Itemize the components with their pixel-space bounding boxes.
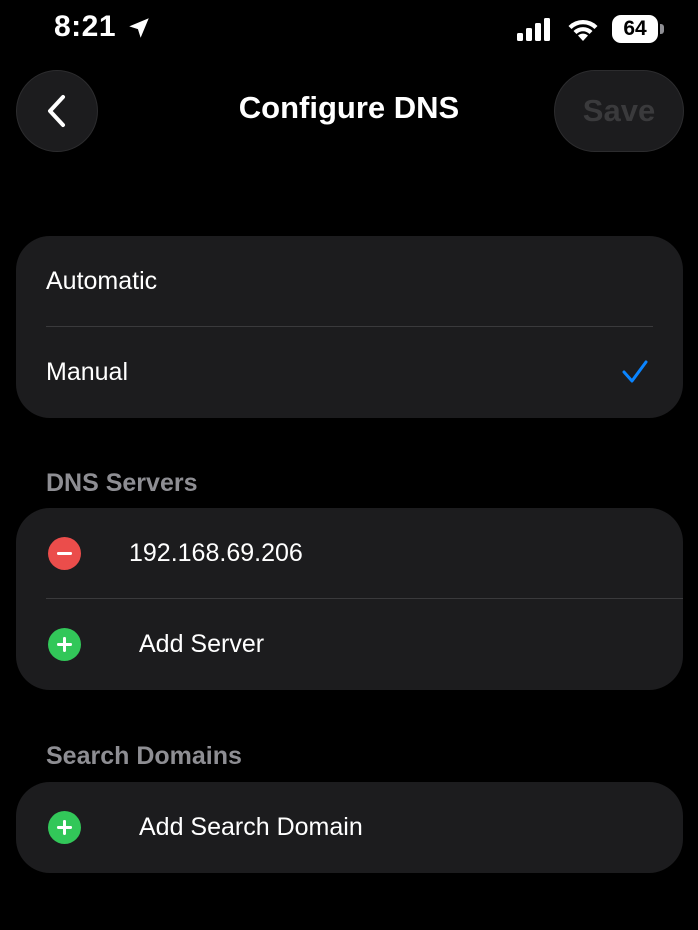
wifi-icon xyxy=(568,19,598,41)
signal-icon xyxy=(517,18,550,41)
search-domains-header: Search Domains xyxy=(46,742,242,770)
location-arrow-icon xyxy=(129,18,149,38)
dns-servers-header: DNS Servers xyxy=(46,469,198,497)
configure-dns-screen: 8:21 64 Configure DNS Save Automatic Man… xyxy=(0,0,698,930)
add-server-row[interactable]: Add Server xyxy=(16,599,683,690)
add-icon xyxy=(48,628,81,661)
dns-servers-group: 192.168.69.206 Add Server xyxy=(16,508,683,690)
add-server-label: Add Server xyxy=(139,630,265,658)
search-domains-group: Add Search Domain xyxy=(16,782,683,873)
add-search-domain-label: Add Search Domain xyxy=(139,813,363,841)
mode-option-automatic[interactable]: Automatic xyxy=(16,236,683,327)
dns-mode-group: Automatic Manual xyxy=(16,236,683,418)
mode-option-manual[interactable]: Manual xyxy=(16,327,683,418)
delete-server-icon[interactable] xyxy=(48,537,81,570)
battery-icon: 64 xyxy=(612,15,658,43)
save-button[interactable]: Save xyxy=(554,70,684,152)
add-icon xyxy=(48,811,81,844)
mode-option-label: Manual xyxy=(46,358,128,386)
battery-cap xyxy=(660,24,664,34)
status-time: 8:21 xyxy=(54,10,117,43)
battery-level: 64 xyxy=(623,17,647,40)
mode-option-label: Automatic xyxy=(46,267,158,295)
add-search-domain-row[interactable]: Add Search Domain xyxy=(16,782,683,873)
checkmark-icon xyxy=(622,360,648,383)
server-row: 192.168.69.206 xyxy=(16,508,683,599)
status-bar: 8:21 64 xyxy=(0,0,698,62)
server-address[interactable]: 192.168.69.206 xyxy=(129,539,303,568)
